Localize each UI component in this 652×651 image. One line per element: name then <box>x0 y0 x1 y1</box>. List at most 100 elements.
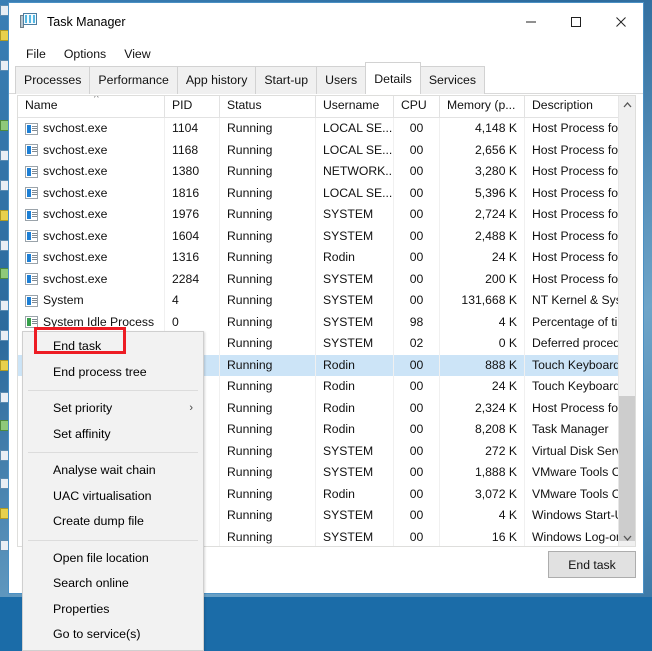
tab-users[interactable]: Users <box>316 66 367 94</box>
cell-username: Rodin <box>316 376 394 398</box>
cell-memory: 4,148 K <box>440 118 525 140</box>
process-icon <box>25 187 38 200</box>
tab-details[interactable]: Details <box>365 62 421 94</box>
cell-name: svchost.exe <box>18 204 165 226</box>
cell-username: SYSTEM <box>316 204 394 226</box>
cell-status: Running <box>220 182 316 204</box>
menu-item-go-to-service-s[interactable]: Go to service(s) <box>23 622 203 648</box>
cell-username: Rodin <box>316 483 394 505</box>
table-row[interactable]: svchost.exe 1976 Running SYSTEM 00 2,724 K Hos… <box>18 204 635 226</box>
menu-item-file[interactable]: File <box>17 44 55 64</box>
vertical-scrollbar[interactable] <box>618 96 635 546</box>
cell-memory: 888 K <box>440 354 525 376</box>
cell-memory: 200 K <box>440 268 525 290</box>
cell-memory: 3,280 K <box>440 161 525 183</box>
menu-item-search-online[interactable]: Search online <box>23 571 203 597</box>
column-header-pid[interactable]: PID <box>165 96 220 117</box>
table-row[interactable]: System 4 Running SYSTEM 00 131,668 K NT Kernel… <box>18 290 635 312</box>
table-row[interactable]: svchost.exe 1168 Running LOCAL SE... 00 2,656… <box>18 139 635 161</box>
menu-item-view[interactable]: View <box>115 44 159 64</box>
cell-name: svchost.exe <box>18 225 165 247</box>
end-task-highlight-annotation <box>34 327 126 354</box>
process-icon <box>25 122 38 135</box>
tab-start-up[interactable]: Start-up <box>255 66 318 94</box>
cell-memory: 1,888 K <box>440 462 525 484</box>
cell-cpu: 00 <box>394 354 440 376</box>
maximize-icon[interactable] <box>553 3 598 41</box>
process-name: svchost.exe <box>43 250 108 264</box>
cell-memory: 16 K <box>440 526 525 546</box>
column-header-status[interactable]: Status <box>220 96 316 117</box>
cell-memory: 4 K <box>440 311 525 333</box>
table-row[interactable]: svchost.exe 2284 Running SYSTEM 00 200 K Host … <box>18 268 635 290</box>
chevron-down-icon[interactable] <box>619 529 635 546</box>
menu-item-analyse-wait-chain[interactable]: Analyse wait chain <box>23 458 203 484</box>
cell-username: SYSTEM <box>316 311 394 333</box>
tab-app-history[interactable]: App history <box>176 66 257 94</box>
cell-memory: 2,724 K <box>440 204 525 226</box>
cell-status: Running <box>220 161 316 183</box>
tab-services[interactable]: Services <box>419 66 485 94</box>
table-row[interactable]: svchost.exe 1604 Running SYSTEM 00 2,488 K Hos… <box>18 225 635 247</box>
cell-cpu: 00 <box>394 462 440 484</box>
cell-status: Running <box>220 204 316 226</box>
cell-pid: 4 <box>165 290 220 312</box>
cell-cpu: 00 <box>394 118 440 140</box>
menu-item-set-priority[interactable]: Set priority › <box>23 396 203 422</box>
minimize-icon[interactable] <box>508 3 553 41</box>
scrollbar-thumb[interactable] <box>619 396 635 541</box>
column-header-cpu[interactable]: CPU <box>394 96 440 117</box>
column-header-memory-p[interactable]: Memory (p... <box>440 96 525 117</box>
column-header-username[interactable]: Username <box>316 96 394 117</box>
cell-name: svchost.exe <box>18 118 165 140</box>
column-header-name[interactable]: Name ^ <box>18 96 165 117</box>
menu-item-options[interactable]: Options <box>55 44 115 64</box>
process-name: svchost.exe <box>43 207 108 221</box>
menu-item-open-file-location[interactable]: Open file location <box>23 546 203 572</box>
cell-pid: 0 <box>165 311 220 333</box>
cell-cpu: 00 <box>394 204 440 226</box>
table-row[interactable]: svchost.exe 1816 Running LOCAL SE... 00 5,396… <box>18 182 635 204</box>
close-icon[interactable] <box>598 3 643 41</box>
chevron-up-icon[interactable] <box>619 96 635 113</box>
window-title: Task Manager <box>47 15 126 29</box>
chevron-right-icon: › <box>189 402 193 414</box>
table-row[interactable]: svchost.exe 1104 Running LOCAL SE... 00 4,148… <box>18 118 635 140</box>
menu-item-label: Set priority <box>53 401 113 415</box>
cell-memory: 2,656 K <box>440 139 525 161</box>
cell-name: svchost.exe <box>18 161 165 183</box>
cell-memory: 8,208 K <box>440 419 525 441</box>
end-task-button[interactable]: End task <box>548 551 636 578</box>
cell-cpu: 98 <box>394 311 440 333</box>
cell-name: System <box>18 290 165 312</box>
process-context-menu: End task End process tree Set priority › Set… <box>22 331 204 651</box>
cell-status: Running <box>220 440 316 462</box>
process-icon <box>25 273 38 286</box>
menu-separator <box>28 452 198 453</box>
cell-memory: 3,072 K <box>440 483 525 505</box>
menu-item-label: Properties <box>53 601 110 616</box>
cell-cpu: 00 <box>394 247 440 269</box>
process-name: svchost.exe <box>43 271 108 286</box>
process-icon <box>25 251 38 264</box>
cell-username: Rodin <box>316 247 394 269</box>
menu-item-label: Create dump file <box>53 514 144 528</box>
tab-processes[interactable]: Processes <box>15 66 91 94</box>
menu-item-label: End process tree <box>53 364 147 379</box>
menu-item-end-process-tree[interactable]: End process tree <box>23 360 203 386</box>
process-icon <box>25 230 38 243</box>
menu-item-uac-virtualisation[interactable]: UAC virtualisation <box>23 484 203 510</box>
cell-username: SYSTEM <box>316 268 394 290</box>
menu-item-label: Search online <box>53 576 129 590</box>
menu-item-set-affinity[interactable]: Set affinity <box>23 422 203 448</box>
process-name: svchost.exe <box>43 228 108 243</box>
table-row[interactable]: svchost.exe 1380 Running NETWORK... 00 3,280 … <box>18 161 635 183</box>
cell-username: NETWORK... <box>316 161 394 183</box>
process-icon <box>25 165 38 178</box>
table-row[interactable]: svchost.exe 1316 Running Rodin 00 24 K Host Pr… <box>18 247 635 269</box>
menu-item-properties[interactable]: Properties <box>23 597 203 623</box>
cell-cpu: 00 <box>394 419 440 441</box>
menu-item-create-dump-file[interactable]: Create dump file <box>23 509 203 535</box>
cell-cpu: 00 <box>394 139 440 161</box>
tab-performance[interactable]: Performance <box>89 66 178 94</box>
